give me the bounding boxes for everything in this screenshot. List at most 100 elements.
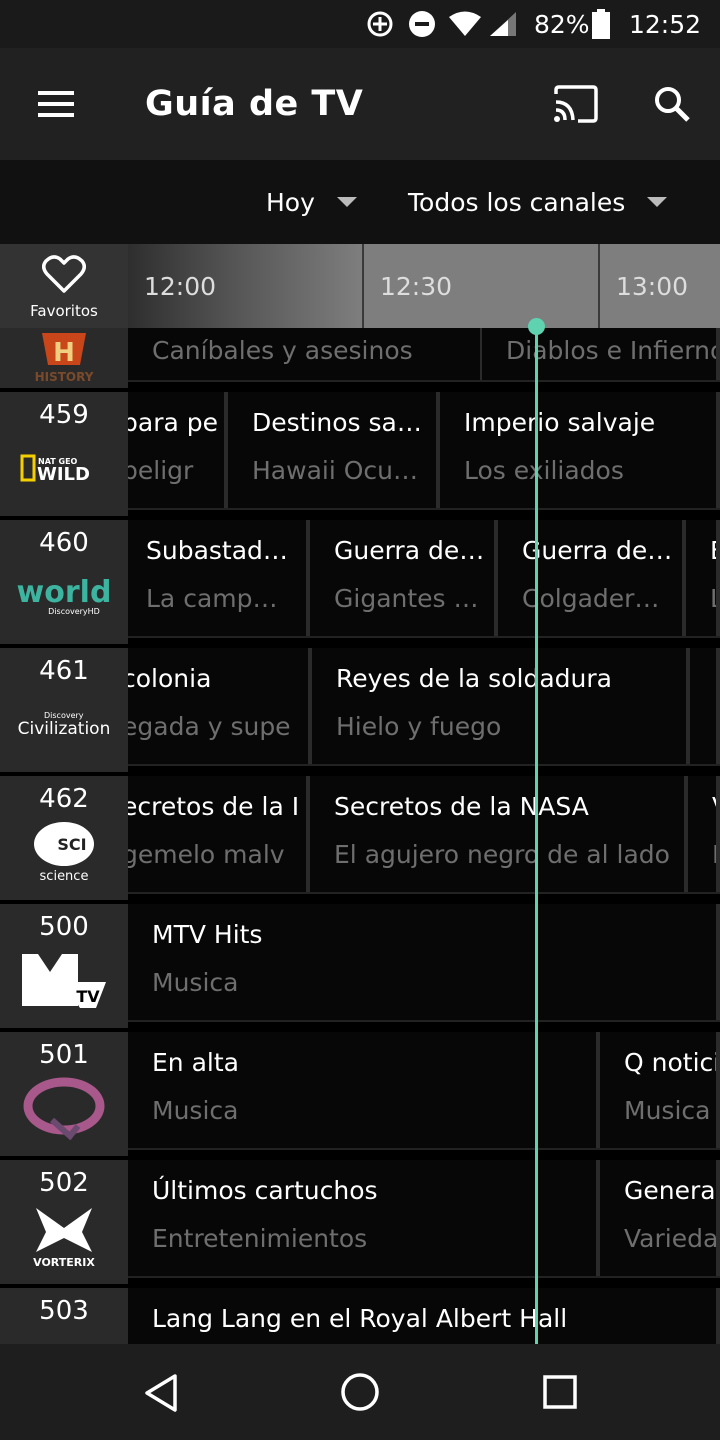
channel-row: 502 VORTERIX Últimos cartuchos Entreteni… [0, 1160, 720, 1288]
program-subtitle: gemelo malv [128, 840, 285, 869]
program-cell[interactable]: para pe peligr [128, 392, 228, 510]
program-title: Secretos de la NASA [334, 792, 589, 821]
time-slot: 12:00 [144, 272, 217, 301]
chevron-down-icon [647, 197, 668, 207]
program-title: para pe [128, 408, 218, 437]
channel-cell[interactable]: 502 VORTERIX [0, 1160, 128, 1284]
favorites-button[interactable]: Favoritos [0, 244, 128, 328]
battery-icon [592, 0, 610, 48]
program-subtitle: Musica [152, 968, 239, 997]
time-slot: 13:00 [616, 272, 689, 301]
program-cell[interactable]: Secretos de la NASA El agujero negro de … [310, 776, 688, 894]
program-subtitle: Hielo y fuego [336, 712, 502, 741]
channel-number: 503 [39, 1296, 89, 1326]
program-subtitle: Colgader… [522, 584, 660, 613]
channel-row: 500 TV MTV Hits Musica [0, 904, 720, 1032]
day-dropdown[interactable]: Hoy [266, 160, 357, 244]
program-title: Destinos sa… [252, 408, 422, 437]
program-subtitle: egada y supe [128, 712, 291, 741]
channel-cell[interactable]: 459 NAT GEO WILD [0, 392, 128, 516]
channel-cell[interactable]: 500 TV [0, 904, 128, 1028]
svg-text:VORTERIX: VORTERIX [33, 1256, 95, 1268]
program-title: V [712, 792, 720, 821]
quiero-logo [14, 1076, 114, 1140]
channels-dropdown[interactable]: Todos los canales [408, 160, 668, 244]
program-cell[interactable]: E L [686, 520, 720, 638]
cell-signal-icon [488, 0, 518, 48]
program-title: Lang Lang en el Royal Albert Hall [152, 1304, 568, 1333]
channel-cell[interactable]: 501 [0, 1032, 128, 1156]
program-subtitle: Musica [624, 1096, 711, 1125]
program-cell[interactable]: Lang Lang en el Royal Albert Hall [128, 1288, 720, 1344]
navigation-bar [0, 1344, 720, 1440]
channel-number: 459 [39, 400, 89, 430]
channel-number: 501 [39, 1040, 89, 1070]
back-icon[interactable] [136, 1368, 186, 1418]
program-cell[interactable]: colonia egada y supe [128, 648, 312, 766]
svg-text:WILD: WILD [37, 464, 90, 485]
program-title: Caníbales y asesinos [152, 336, 413, 365]
program-cell[interactable]: Subastad… La camp… [128, 520, 310, 638]
recents-icon[interactable] [535, 1367, 585, 1417]
program-subtitle: Entretenimientos [152, 1224, 368, 1253]
program-cell[interactable]: Q notici Musica [600, 1032, 720, 1150]
program-subtitle: Gigantes … [334, 584, 479, 613]
channel-number: 500 [39, 912, 89, 942]
program-cell[interactable]: En alta Musica [128, 1032, 600, 1150]
svg-text:DiscoveryHD: DiscoveryHD [48, 607, 100, 616]
program-cell[interactable]: Destinos sa… Hawaii Ocu… [228, 392, 440, 510]
program-subtitle: El agujero negro de al lado [334, 840, 670, 869]
history-logo: H HISTORY [14, 328, 114, 390]
program-cell[interactable]: ecretos de la I gemelo malv [128, 776, 310, 894]
program-cell[interactable]: Caníbales y asesinos [128, 328, 484, 382]
current-time-line [535, 326, 538, 1344]
program-subtitle: Hawaii Ocu… [252, 456, 418, 485]
channel-cell[interactable]: 460 world DiscoveryHD [0, 520, 128, 644]
program-cell[interactable]: MTV Hits Musica [128, 904, 720, 1022]
svg-text:TV: TV [76, 987, 100, 1006]
channel-number: 502 [39, 1168, 89, 1198]
channel-cell[interactable]: 503 [0, 1288, 128, 1344]
program-title: colonia [128, 664, 212, 693]
discovery-world-logo: world DiscoveryHD [14, 564, 114, 628]
channel-cell[interactable]: H HISTORY [0, 328, 128, 388]
program-cell[interactable]: V M [688, 776, 720, 894]
search-icon[interactable] [646, 78, 698, 130]
day-dropdown-label: Hoy [266, 187, 315, 217]
program-subtitle: M [712, 840, 720, 869]
program-title: Generac [624, 1176, 720, 1205]
channel-number: 460 [39, 528, 89, 558]
channel-row: 503 Lang Lang en el Royal Albert Hall [0, 1288, 720, 1344]
time-header[interactable]: 12:00 12:30 13:00 [128, 244, 720, 328]
time-slot: 12:30 [380, 272, 453, 301]
program-cell[interactable]: Reyes de la soldadura Hielo y fuego [312, 648, 690, 766]
home-icon[interactable] [335, 1367, 385, 1417]
channel-cell[interactable]: 461 Discovery Civilization [0, 648, 128, 772]
channel-row: H HISTORY Caníbales y asesinos Diablos e … [0, 328, 720, 392]
channel-cell[interactable]: 462 SCI science [0, 776, 128, 900]
channels-dropdown-label: Todos los canales [408, 187, 626, 217]
program-cell[interactable]: Últimos cartuchos Entretenimientos [128, 1160, 600, 1278]
channel-row: 462 SCI science ecretos de la I gemelo ma… [0, 776, 720, 904]
program-cell[interactable]: Guerra de… Colgader… [498, 520, 686, 638]
program-cell[interactable]: Imperio salvaje Los exiliados [440, 392, 720, 510]
program-cell[interactable]: Diablos e Infierno [482, 328, 720, 382]
discovery-science-logo: SCI science [14, 820, 114, 884]
battery-percent: 82% [534, 9, 590, 39]
app-bar: Guía de TV [0, 48, 720, 160]
program-cell[interactable]: Generac Varieda [600, 1160, 720, 1278]
program-subtitle: Los exiliados [464, 456, 624, 485]
program-title: Imperio salvaje [464, 408, 656, 437]
channel-row: 461 Discovery Civilization colonia egada … [0, 648, 720, 776]
program-subtitle: D [714, 712, 720, 741]
data-saver-icon [366, 0, 394, 48]
program-cell[interactable]: D D [690, 648, 720, 766]
program-title: Reyes de la soldadura [336, 664, 612, 693]
svg-text:science: science [40, 869, 89, 884]
svg-text:HISTORY: HISTORY [35, 370, 94, 384]
channel-number: 462 [39, 784, 89, 814]
menu-icon[interactable] [30, 80, 82, 128]
cast-icon[interactable] [548, 78, 604, 130]
vorterix-logo: VORTERIX [14, 1204, 114, 1268]
program-cell[interactable]: Guerra de… Gigantes … [310, 520, 498, 638]
